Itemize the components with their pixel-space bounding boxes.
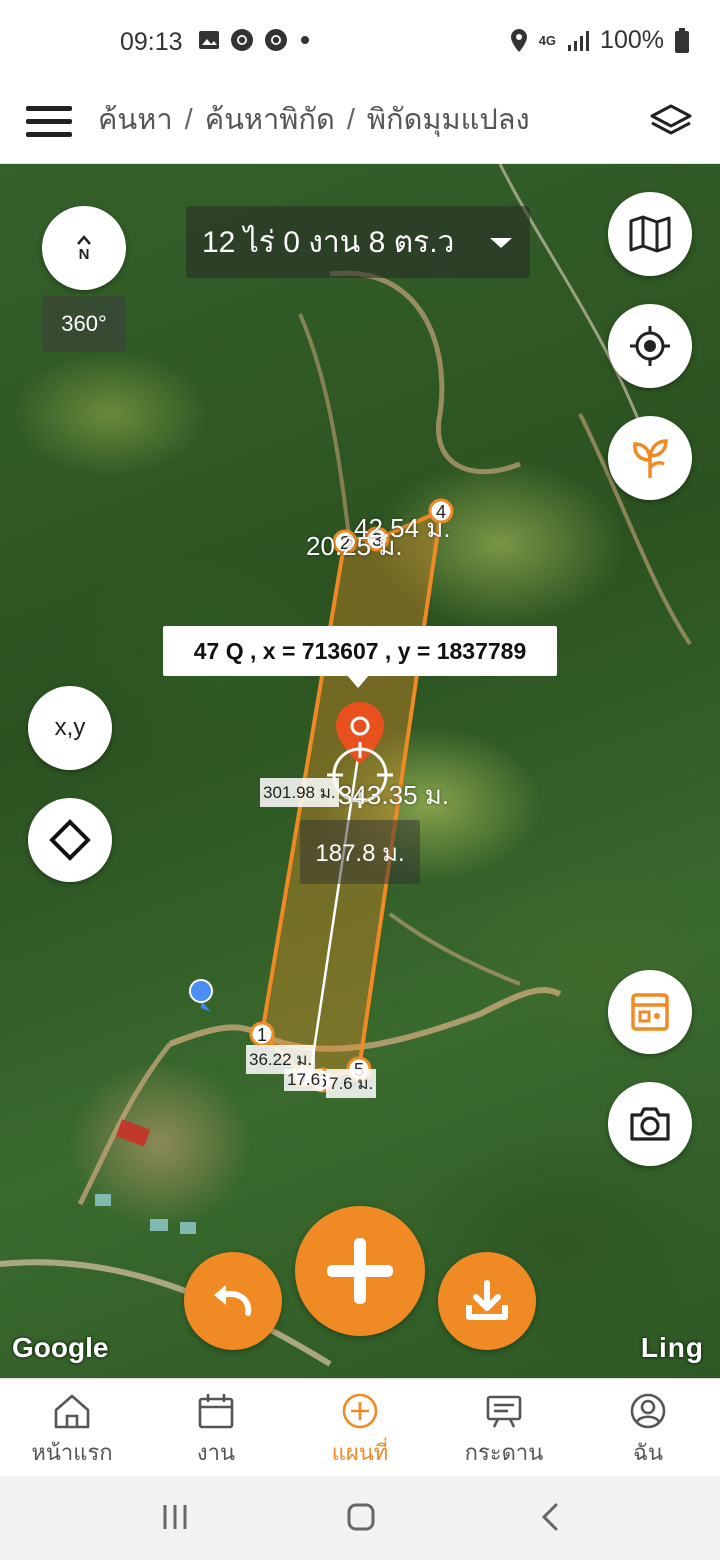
status-bar: 09:13 4G 100% [0, 0, 720, 82]
vertex-label: 1 [257, 1025, 267, 1045]
sprout-icon [633, 439, 668, 478]
battery-percent: 100% [600, 26, 664, 54]
location-icon [510, 28, 527, 52]
add-circle-icon [342, 1393, 378, 1429]
compass-button[interactable]: N [42, 206, 126, 290]
recents-icon[interactable] [160, 1502, 190, 1532]
coordinate-callout: 47 Q , x = 713607 , y = 1837789 [163, 626, 557, 676]
google-attribution: Google [12, 1332, 109, 1363]
map-type-button[interactable] [608, 192, 692, 276]
area-summary-dropdown[interactable]: 12 ไร่ 0 งาน 8 ตร.ว [186, 206, 530, 278]
crosshair-icon [630, 326, 670, 366]
home-icon [54, 1394, 90, 1429]
breadcrumb-plot-corners: พิกัดมุมแปลง [366, 104, 530, 136]
back-icon[interactable] [538, 1502, 562, 1532]
center-distance: 187.8 ม. [300, 820, 420, 884]
crop-button[interactable] [608, 416, 692, 500]
status-right-icons: 4G 100% [509, 26, 690, 55]
map-icon [629, 215, 671, 253]
image-icon [199, 31, 219, 49]
edge-label-top-right: 42.54 ม. [354, 513, 451, 543]
draw-polygon-button[interactable] [28, 798, 112, 882]
compass-heading: 360° [42, 296, 126, 352]
profile-icon [630, 1393, 666, 1429]
download-icon [466, 1280, 508, 1320]
breadcrumb-search[interactable]: ค้นหา [98, 104, 173, 136]
ling-watermark: Ling [640, 1332, 704, 1363]
add-point-button[interactable] [295, 1206, 425, 1336]
app-header: ค้นหา / ค้นหาพิกัด / พิกัดมุมแปลง [0, 82, 720, 164]
map-view[interactable]: 1 2 3 4 5 6 7 [0, 164, 720, 1378]
nav-map-label: แผนที่ [331, 1440, 389, 1465]
layers-icon[interactable] [648, 98, 694, 144]
nav-board-label: กระดาน [464, 1440, 544, 1465]
callout-tail [346, 674, 370, 688]
calendar-icon [198, 1394, 234, 1429]
caret-down-icon [490, 238, 512, 248]
plot-vertex-1[interactable]: 1 [249, 1021, 275, 1047]
report-icon [631, 993, 669, 1031]
user-location-icon [189, 979, 213, 1012]
edge-label-bottom-a: 17.6 [284, 1069, 324, 1091]
xy-input-button[interactable]: x,y [28, 686, 112, 770]
board-icon [486, 1395, 522, 1428]
plus-icon [327, 1238, 393, 1304]
nav-tasks[interactable]: งาน [144, 1379, 288, 1477]
undo-button[interactable] [184, 1252, 282, 1350]
chrome-icon [231, 29, 253, 51]
chrome-icon [265, 29, 287, 51]
dot-icon [301, 36, 309, 44]
compass-icon: N [77, 234, 91, 263]
xy-label: x,y [54, 714, 86, 741]
camera-button[interactable] [608, 1082, 692, 1166]
nav-home-label: หน้าแรก [31, 1440, 113, 1465]
battery-icon [675, 27, 689, 53]
status-time: 09:13 [120, 28, 183, 56]
nav-profile[interactable]: ฉัน [576, 1379, 720, 1477]
diamond-icon [49, 819, 91, 861]
nav-home[interactable]: หน้าแรก [0, 1379, 144, 1477]
system-nav-bar [0, 1476, 720, 1560]
bottom-nav: หน้าแรก งาน แผนที่ กระดาน ฉัน [0, 1378, 720, 1476]
home-button-icon[interactable] [346, 1502, 376, 1532]
breadcrumb: ค้นหา / ค้นหาพิกัด / พิกัดมุมแปลง [98, 96, 530, 142]
nav-profile-label: ฉัน [632, 1440, 664, 1465]
nav-map[interactable]: แผนที่ [288, 1379, 432, 1477]
save-download-button[interactable] [438, 1252, 536, 1350]
status-left-icons [198, 28, 312, 52]
camera-icon [630, 1107, 670, 1141]
nav-tasks-label: งาน [196, 1440, 236, 1465]
hamburger-icon[interactable] [26, 98, 72, 144]
my-location-button[interactable] [608, 304, 692, 388]
compass-north-label: N [78, 245, 90, 263]
edge-label-right-long: 343.35 ม. [338, 780, 450, 810]
nav-board[interactable]: กระดาน [432, 1379, 576, 1477]
breadcrumb-separator: / [346, 104, 355, 136]
breadcrumb-coordinate-search[interactable]: ค้นหาพิกัด [205, 104, 335, 136]
edge-label-left-long: 301.98 ม. [260, 778, 339, 807]
4g-icon: 4G [538, 33, 557, 48]
undo-icon [214, 1285, 252, 1316]
report-button[interactable] [608, 970, 692, 1054]
area-summary-text: 12 ไร่ 0 งาน 8 ตร.ว [202, 225, 455, 259]
edge-label-bottom-b: 7.6 ม. [326, 1069, 377, 1098]
breadcrumb-separator: / [184, 104, 193, 136]
signal-icon [568, 30, 590, 51]
